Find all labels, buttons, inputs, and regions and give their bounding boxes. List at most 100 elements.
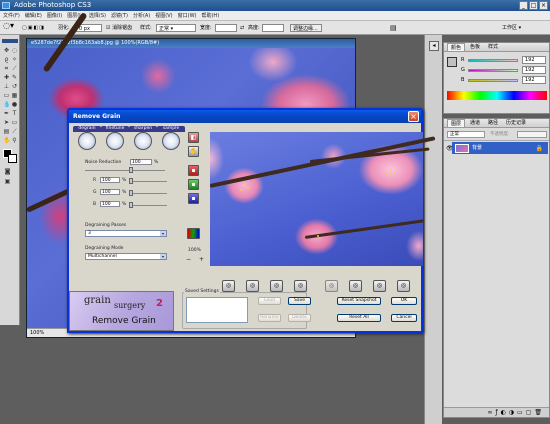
channel-r-track[interactable] [129,181,167,182]
dialog-close-button[interactable]: × [408,111,419,122]
tab-sample[interactable]: sample [157,126,185,150]
channel-g-slider[interactable] [468,69,518,72]
tab-color[interactable]: 颜色 [447,43,466,51]
history-brush-icon[interactable]: ↺ [11,83,18,90]
channel-b-slider[interactable] [468,79,518,82]
style-select[interactable]: 正常 ▾ [156,24,196,32]
menu-window[interactable]: 窗口(W) [178,11,197,20]
screen-mode-icon[interactable]: ▣ [4,178,11,185]
degraining-passes-select[interactable]: 3 ▾ [85,230,167,237]
green-channel-button[interactable]: ▪ [188,179,199,190]
reset-snapshot-button[interactable]: Reset Snapshot [337,297,381,305]
path-select-icon[interactable]: ➤ [3,119,10,126]
channel-g-slider[interactable] [129,190,133,196]
ok-button[interactable]: OK [391,297,417,305]
channel-g-track[interactable] [129,193,167,194]
dock-expand-icon[interactable]: ◂ [429,41,439,51]
background-color-swatch[interactable] [8,154,17,163]
minimize-button[interactable]: _ [519,1,528,10]
marquee-tool-icon[interactable]: ◌ [11,47,18,54]
menu-analysis[interactable]: 分析(A) [133,11,150,20]
pan-hand-icon[interactable]: ✋ [188,146,199,157]
menu-edit[interactable]: 编辑(E) [25,11,42,20]
hand-tool-icon[interactable]: ✋ [3,137,10,144]
saved-settings-list[interactable] [186,297,248,323]
tab-sharpen[interactable]: sharpen [129,126,157,150]
brush-tool-icon[interactable]: ✎ [11,74,18,81]
workspace-button[interactable]: 工作区 ▾ [502,24,521,32]
channel-g-value[interactable]: 192 [522,66,546,74]
refine-edge-button[interactable]: 调整边缘... [290,24,322,32]
snapshot-camera-icon[interactable]: ◎ [270,280,283,292]
zoom-in-button[interactable]: + [199,256,204,263]
noise-reduction-track[interactable] [85,170,165,171]
close-button[interactable]: × [539,1,548,10]
tab-layers[interactable]: 图层 [447,119,466,127]
menu-image[interactable]: 图像(I) [47,11,62,20]
zoom-tool-icon[interactable]: ⚲ [11,137,18,144]
pen-tool-icon[interactable]: ✒ [3,110,10,117]
height-input[interactable] [262,24,284,32]
tab-styles[interactable]: 样式 [485,43,501,51]
selection-mode-icons[interactable]: ▢▣◧◨ [22,24,45,32]
channel-r-slider[interactable] [129,178,133,184]
quickmask-icon[interactable]: ◙ [4,168,11,175]
tab-degrain[interactable]: degrain [73,126,101,150]
rename-button[interactable]: Rename [258,314,281,322]
lasso-tool-icon[interactable]: ϱ [3,56,10,63]
menu-view[interactable]: 视图(V) [155,11,172,20]
rgb-composite-button[interactable] [187,228,200,239]
move-tool-icon[interactable]: ✥ [3,47,10,54]
opacity-input[interactable] [517,131,547,138]
degraining-mode-select[interactable]: Multichannel ▾ [85,253,167,260]
snapshot-camera-icon[interactable]: ◎ [294,280,307,292]
blur-tool-icon[interactable]: 💧 [3,101,10,108]
layers-footer-icons[interactable]: ∞ƒ◐◑▭▢🗑 [444,407,549,417]
menu-help[interactable]: 帮助(H) [201,11,219,20]
menu-file[interactable]: 文件(F) [3,11,20,20]
red-channel-button[interactable]: ▪ [188,165,199,176]
antialias-checkbox[interactable]: ☑ 消除锯齿 [106,24,132,32]
channel-r-slider[interactable] [468,59,518,62]
slice-tool-icon[interactable]: ⟋ [11,65,18,72]
preview-image[interactable] [209,132,436,266]
bridge-icon[interactable]: ▤ [390,24,397,32]
width-input[interactable] [215,24,237,32]
snapshot-camera-icon[interactable]: ◎ [246,280,259,292]
channel-b-value[interactable]: 192 [522,76,546,84]
eyedropper-tool-icon[interactable]: ⟋ [11,128,18,135]
save-settings-button[interactable]: Save [288,297,311,305]
reset-all-button[interactable]: Reset All [337,314,381,322]
menu-select[interactable]: 选择(S) [89,11,106,20]
notes-tool-icon[interactable]: ▤ [3,128,10,135]
color-swatch[interactable] [447,57,457,67]
channel-r-value[interactable]: 192 [522,56,546,64]
marquee-tool-icon[interactable]: ◌▾ [3,22,14,30]
healing-tool-icon[interactable]: ✚ [3,74,10,81]
wand-tool-icon[interactable]: ✧ [11,56,18,63]
cancel-button[interactable]: Cancel [391,314,417,322]
menu-filter[interactable]: 滤镜(T) [111,11,128,20]
noise-reduction-slider[interactable] [129,167,133,173]
channel-g-input[interactable]: 100 [100,189,120,195]
restore-snapshot-icon[interactable]: ◎ [373,280,386,292]
channel-b-track[interactable] [129,205,167,206]
tab-finetune[interactable]: finetune [101,126,129,150]
snapshot-camera-icon[interactable]: ◎ [222,280,235,292]
snapshot-camera-icon[interactable]: ◎ [325,280,338,292]
maximize-button[interactable]: □ [529,1,538,10]
tab-history[interactable]: 历史记录 [503,119,529,127]
load-button[interactable]: Load [258,297,281,305]
type-tool-icon[interactable]: T [11,110,18,117]
color-ramp[interactable] [447,91,547,100]
restore-snapshot-icon[interactable]: ◎ [349,280,362,292]
noise-reduction-input[interactable]: 100 [130,159,152,165]
crop-tool-icon[interactable]: ⌗ [3,65,10,72]
blue-channel-button[interactable]: ▪ [188,193,199,204]
gradient-tool-icon[interactable]: ▦ [11,92,18,99]
zoom-out-button[interactable]: − [186,256,191,263]
dodge-tool-icon[interactable]: ● [11,101,18,108]
delete-button[interactable]: Delete [288,314,311,322]
shape-tool-icon[interactable]: ▭ [11,119,18,126]
stamp-tool-icon[interactable]: ⊥ [3,83,10,90]
